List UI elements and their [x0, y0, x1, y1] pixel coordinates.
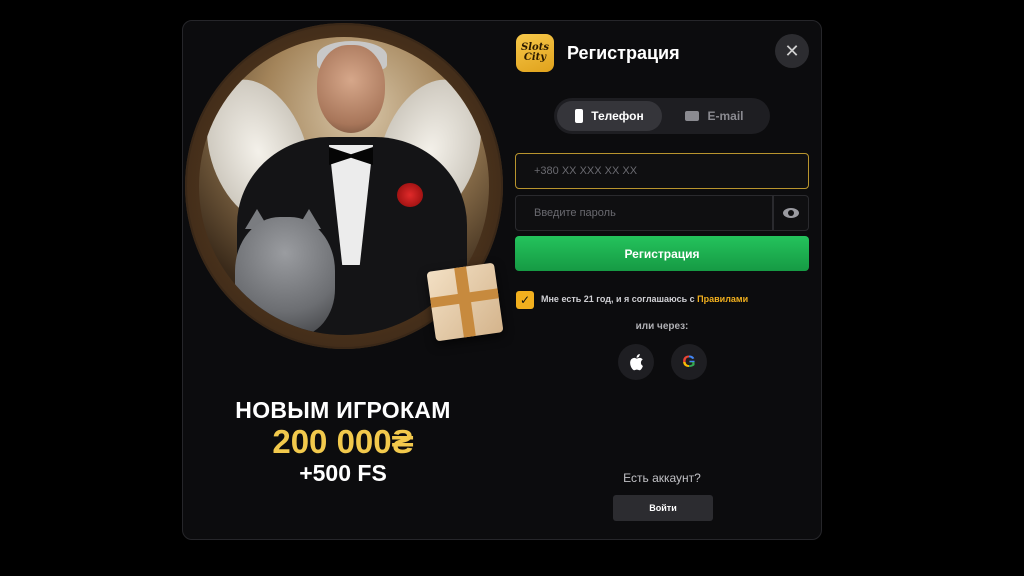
tab-label: Телефон [591, 109, 644, 123]
checkmark-icon: ✓ [519, 293, 531, 307]
gift-box-icon [426, 262, 504, 342]
phone-input[interactable]: +380 XX XXX XX XX [515, 153, 809, 189]
promo-amount: 200 000₴ [272, 423, 414, 460]
login-button[interactable]: Войти [613, 495, 713, 521]
register-button[interactable]: Регистрация [515, 236, 809, 271]
tab-phone[interactable]: Телефон [557, 101, 662, 131]
registration-form: Slots City Регистрация ✕ Телефон E-mail +… [515, 21, 821, 539]
mail-icon [685, 111, 700, 121]
tab-label: E-mail [707, 109, 744, 123]
promo-headline: НОВЫМ ИГРОКАМ [235, 397, 451, 423]
cat [235, 217, 335, 335]
eye-icon [783, 208, 799, 218]
promo-text: НОВЫМ ИГРОКАМ 200 000₴ +500 FS [183, 397, 503, 487]
google-icon: G [682, 352, 696, 371]
google-login-button[interactable]: G [671, 344, 707, 380]
password-placeholder: Введите пароль [534, 207, 616, 219]
close-icon: ✕ [784, 40, 800, 61]
form-title: Регистрация [567, 43, 680, 63]
show-password-button[interactable] [773, 195, 809, 231]
agreement-label: Мне есть 21 год, и я соглашаюсь с [541, 294, 698, 304]
agreement-text: Мне есть 21 год, и я соглашаюсь с Правил… [541, 294, 748, 304]
or-via-label: или через: [635, 321, 689, 332]
promo-panel: НОВЫМ ИГРОКАМ 200 000₴ +500 FS [183, 21, 513, 539]
rules-link[interactable]: Правилами [697, 294, 748, 304]
have-account-text: Есть аккаунт? [623, 471, 701, 485]
brand-logo: Slots City [516, 34, 554, 72]
apple-login-button[interactable] [618, 344, 654, 380]
rose [397, 183, 423, 207]
signup-method-tabs: Телефон E-mail [554, 98, 770, 134]
head [317, 45, 385, 133]
promo-free-spins: +500 FS [299, 460, 387, 486]
tab-email[interactable]: E-mail [662, 101, 767, 131]
close-button[interactable]: ✕ [775, 34, 809, 68]
age-terms-checkbox[interactable]: ✓ [516, 291, 534, 309]
password-input[interactable]: Введите пароль [515, 195, 773, 231]
phone-placeholder: +380 XX XXX XX XX [534, 165, 638, 177]
phone-icon [575, 109, 584, 123]
apple-icon [630, 354, 643, 371]
registration-modal: НОВЫМ ИГРОКАМ 200 000₴ +500 FS Slots City… [182, 20, 822, 540]
